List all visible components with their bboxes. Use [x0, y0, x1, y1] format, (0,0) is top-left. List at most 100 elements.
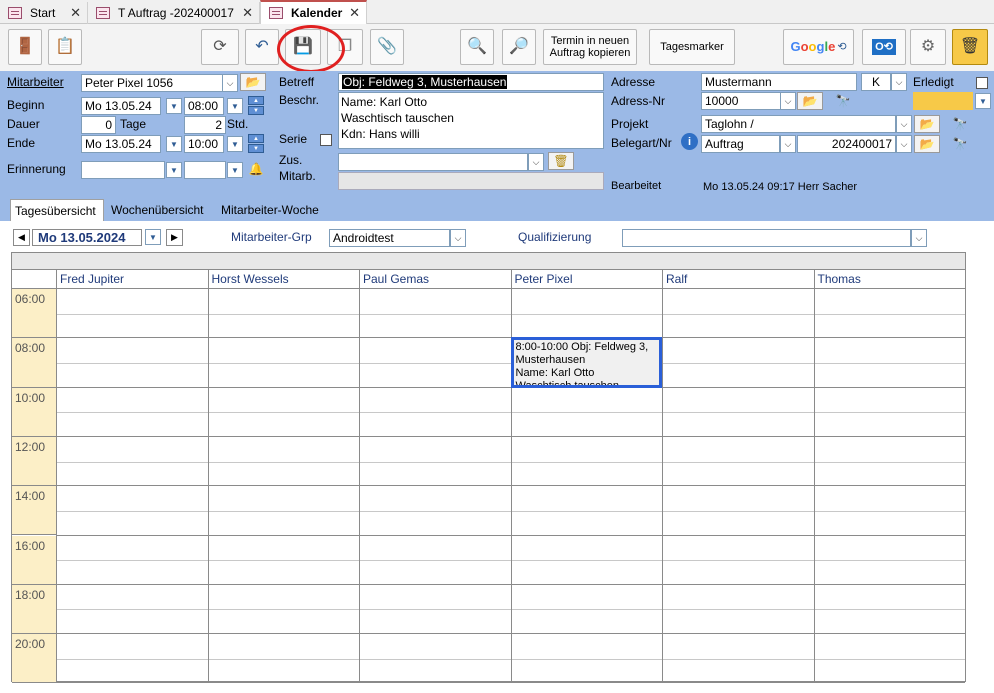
column-header[interactable]: Ralf: [662, 270, 814, 289]
refresh-button[interactable]: ⟳: [201, 29, 239, 65]
zus-mitarbeiter-list[interactable]: [338, 172, 604, 190]
spin-down-button[interactable]: ▼: [248, 106, 264, 115]
projekt-combo[interactable]: Taglohn /: [701, 115, 896, 133]
triangle-right-icon: ▶: [171, 232, 178, 242]
reminder-bell-button[interactable]: 🔔: [245, 160, 267, 178]
time-dropdown[interactable]: ▼: [227, 162, 243, 178]
tab-kalender[interactable]: Kalender ✕: [260, 0, 367, 24]
chevron-down-icon[interactable]: ⌵: [911, 229, 927, 247]
column-header[interactable]: Peter Pixel: [510, 270, 662, 289]
erledigt-checkbox[interactable]: [976, 77, 988, 89]
open-project-button[interactable]: 📂: [914, 115, 940, 133]
next-day-button[interactable]: ▶: [166, 229, 183, 246]
outlook-sync-button[interactable]: O⟲: [862, 29, 906, 65]
binoculars-icon: 🔭: [952, 137, 968, 151]
column-header[interactable]: Fred Jupiter: [56, 270, 208, 289]
exit-button[interactable]: 🚪: [8, 29, 42, 65]
open-address-button[interactable]: 📂: [797, 92, 823, 110]
serie-checkbox[interactable]: [320, 134, 332, 146]
settings-button[interactable]: ⚙: [910, 29, 946, 65]
prev-day-button[interactable]: ◀: [13, 229, 30, 246]
chevron-down-icon[interactable]: ⌵: [896, 135, 912, 153]
ende-date-field[interactable]: Mo 13.05.24: [81, 135, 161, 153]
beschr-line: Waschtisch tauschen: [341, 111, 454, 125]
tagesmarker-button[interactable]: Tagesmarker: [649, 29, 735, 65]
date-dropdown[interactable]: ▼: [145, 229, 161, 245]
find-address-button[interactable]: 🔭: [830, 92, 856, 110]
date-field[interactable]: Mo 13.05.2024: [32, 229, 142, 246]
spin-up-button[interactable]: ▲: [248, 96, 264, 105]
tab-tagesuebersicht[interactable]: Tagesübersicht: [10, 199, 104, 221]
chevron-down-icon[interactable]: ⌵: [528, 153, 544, 171]
time-dropdown[interactable]: ▼: [227, 98, 243, 114]
triangle-down-icon: ▼: [149, 232, 157, 242]
checklist-button[interactable]: 📋: [48, 29, 82, 65]
open-beleg-button[interactable]: 📂: [914, 135, 940, 153]
chevron-down-icon[interactable]: ⌵: [450, 229, 466, 247]
info-icon[interactable]: i: [681, 133, 698, 150]
tab-auftrag[interactable]: T Auftrag -202400017 ✕: [88, 2, 260, 24]
beschreibung-textarea[interactable]: Name: Karl Otto Waschtisch tauschen Kdn:…: [338, 92, 604, 149]
color-dropdown[interactable]: ▼: [975, 93, 991, 109]
spin-down-button[interactable]: ▼: [248, 144, 264, 153]
color-marker-field[interactable]: [913, 92, 973, 110]
mitarbeiter-combo[interactable]: Peter Pixel 1056: [81, 74, 223, 92]
belegnr-combo[interactable]: 202400017: [797, 135, 896, 153]
open-folder-button[interactable]: 📂: [240, 73, 266, 91]
delete-button[interactable]: 🗑: [952, 29, 988, 65]
column-header[interactable]: Paul Gemas: [359, 270, 511, 289]
adressnr-combo[interactable]: 10000: [701, 92, 781, 110]
zus-mitarbeiter-combo[interactable]: [338, 153, 528, 171]
triangle-down-icon: ▼: [170, 165, 178, 175]
column-header[interactable]: Horst Wessels: [207, 270, 359, 289]
chevron-down-icon[interactable]: ⌵: [222, 74, 238, 92]
copy-to-order-button[interactable]: Termin in neuen Auftrag kopieren: [543, 29, 637, 65]
belegart-combo[interactable]: Auftrag: [701, 135, 780, 153]
preview-button[interactable]: 🔍: [460, 29, 494, 65]
tab-start[interactable]: Start ✕: [0, 2, 88, 24]
chevron-down-icon[interactable]: ⌵: [780, 92, 796, 110]
date-picker-dropdown[interactable]: ▼: [166, 98, 182, 114]
close-icon[interactable]: ✕: [349, 5, 360, 21]
dauer-hours-field[interactable]: 2: [184, 116, 226, 134]
ende-time-field[interactable]: 10:00: [184, 135, 224, 153]
close-icon[interactable]: ✕: [70, 5, 81, 21]
beginn-date-field[interactable]: Mo 13.05.24: [81, 97, 161, 115]
mitarbeiter-grp-combo[interactable]: Androidtest: [329, 229, 450, 247]
adresse-field[interactable]: Mustermann: [701, 73, 857, 91]
dauer-days-field[interactable]: 0: [81, 116, 116, 134]
time-cell: 18:00: [12, 584, 56, 635]
attach-button[interactable]: 📎: [370, 29, 404, 65]
spin-up-button[interactable]: ▲: [248, 134, 264, 143]
find-project-button[interactable]: 🔭: [947, 115, 973, 133]
time-cell: 14:00: [12, 486, 56, 536]
beginn-time-field[interactable]: 08:00: [184, 97, 224, 115]
find-beleg-button[interactable]: 🔭: [947, 135, 973, 153]
time-dropdown[interactable]: ▼: [227, 136, 243, 152]
serie-label: Serie: [279, 132, 308, 146]
date-picker-dropdown[interactable]: ▼: [166, 162, 182, 178]
close-icon[interactable]: ✕: [242, 5, 253, 21]
column-line: [207, 289, 209, 684]
erinnerung-date-field[interactable]: [81, 161, 165, 179]
appointment-block[interactable]: 8:00-10:00 Obj: Feldweg 3, Musterhausen Na…: [510, 337, 662, 388]
betreff-field[interactable]: Obj: Feldweg 3, Musterhausen: [338, 73, 604, 91]
erinnerung-time-field[interactable]: [184, 161, 226, 179]
chevron-down-icon[interactable]: ⌵: [780, 135, 796, 153]
tab-wochenuebersicht[interactable]: Wochenübersicht: [107, 199, 215, 221]
chevron-down-icon[interactable]: ⌵: [891, 73, 907, 91]
adresse-label: Adresse: [611, 75, 656, 89]
adresse-k-combo[interactable]: K: [861, 73, 891, 91]
column-header[interactable]: Thomas: [813, 270, 965, 289]
binoculars-icon: 🔭: [835, 94, 851, 108]
appointment-line: Waschtisch tauschen: [515, 380, 620, 388]
date-picker-dropdown[interactable]: ▼: [166, 136, 182, 152]
tab-mitarbeiter-woche[interactable]: Mitarbeiter-Woche: [217, 199, 332, 221]
undo-button[interactable]: ↶: [245, 29, 279, 65]
tab-label: Wochenübersicht: [111, 203, 204, 217]
qualifizierung-combo[interactable]: [622, 229, 911, 247]
search-button[interactable]: 🔎: [502, 29, 536, 65]
delete-zus-button[interactable]: 🗑: [548, 152, 574, 170]
chevron-down-icon[interactable]: ⌵: [896, 115, 912, 133]
google-sync-button[interactable]: Google ⟲: [783, 29, 854, 65]
